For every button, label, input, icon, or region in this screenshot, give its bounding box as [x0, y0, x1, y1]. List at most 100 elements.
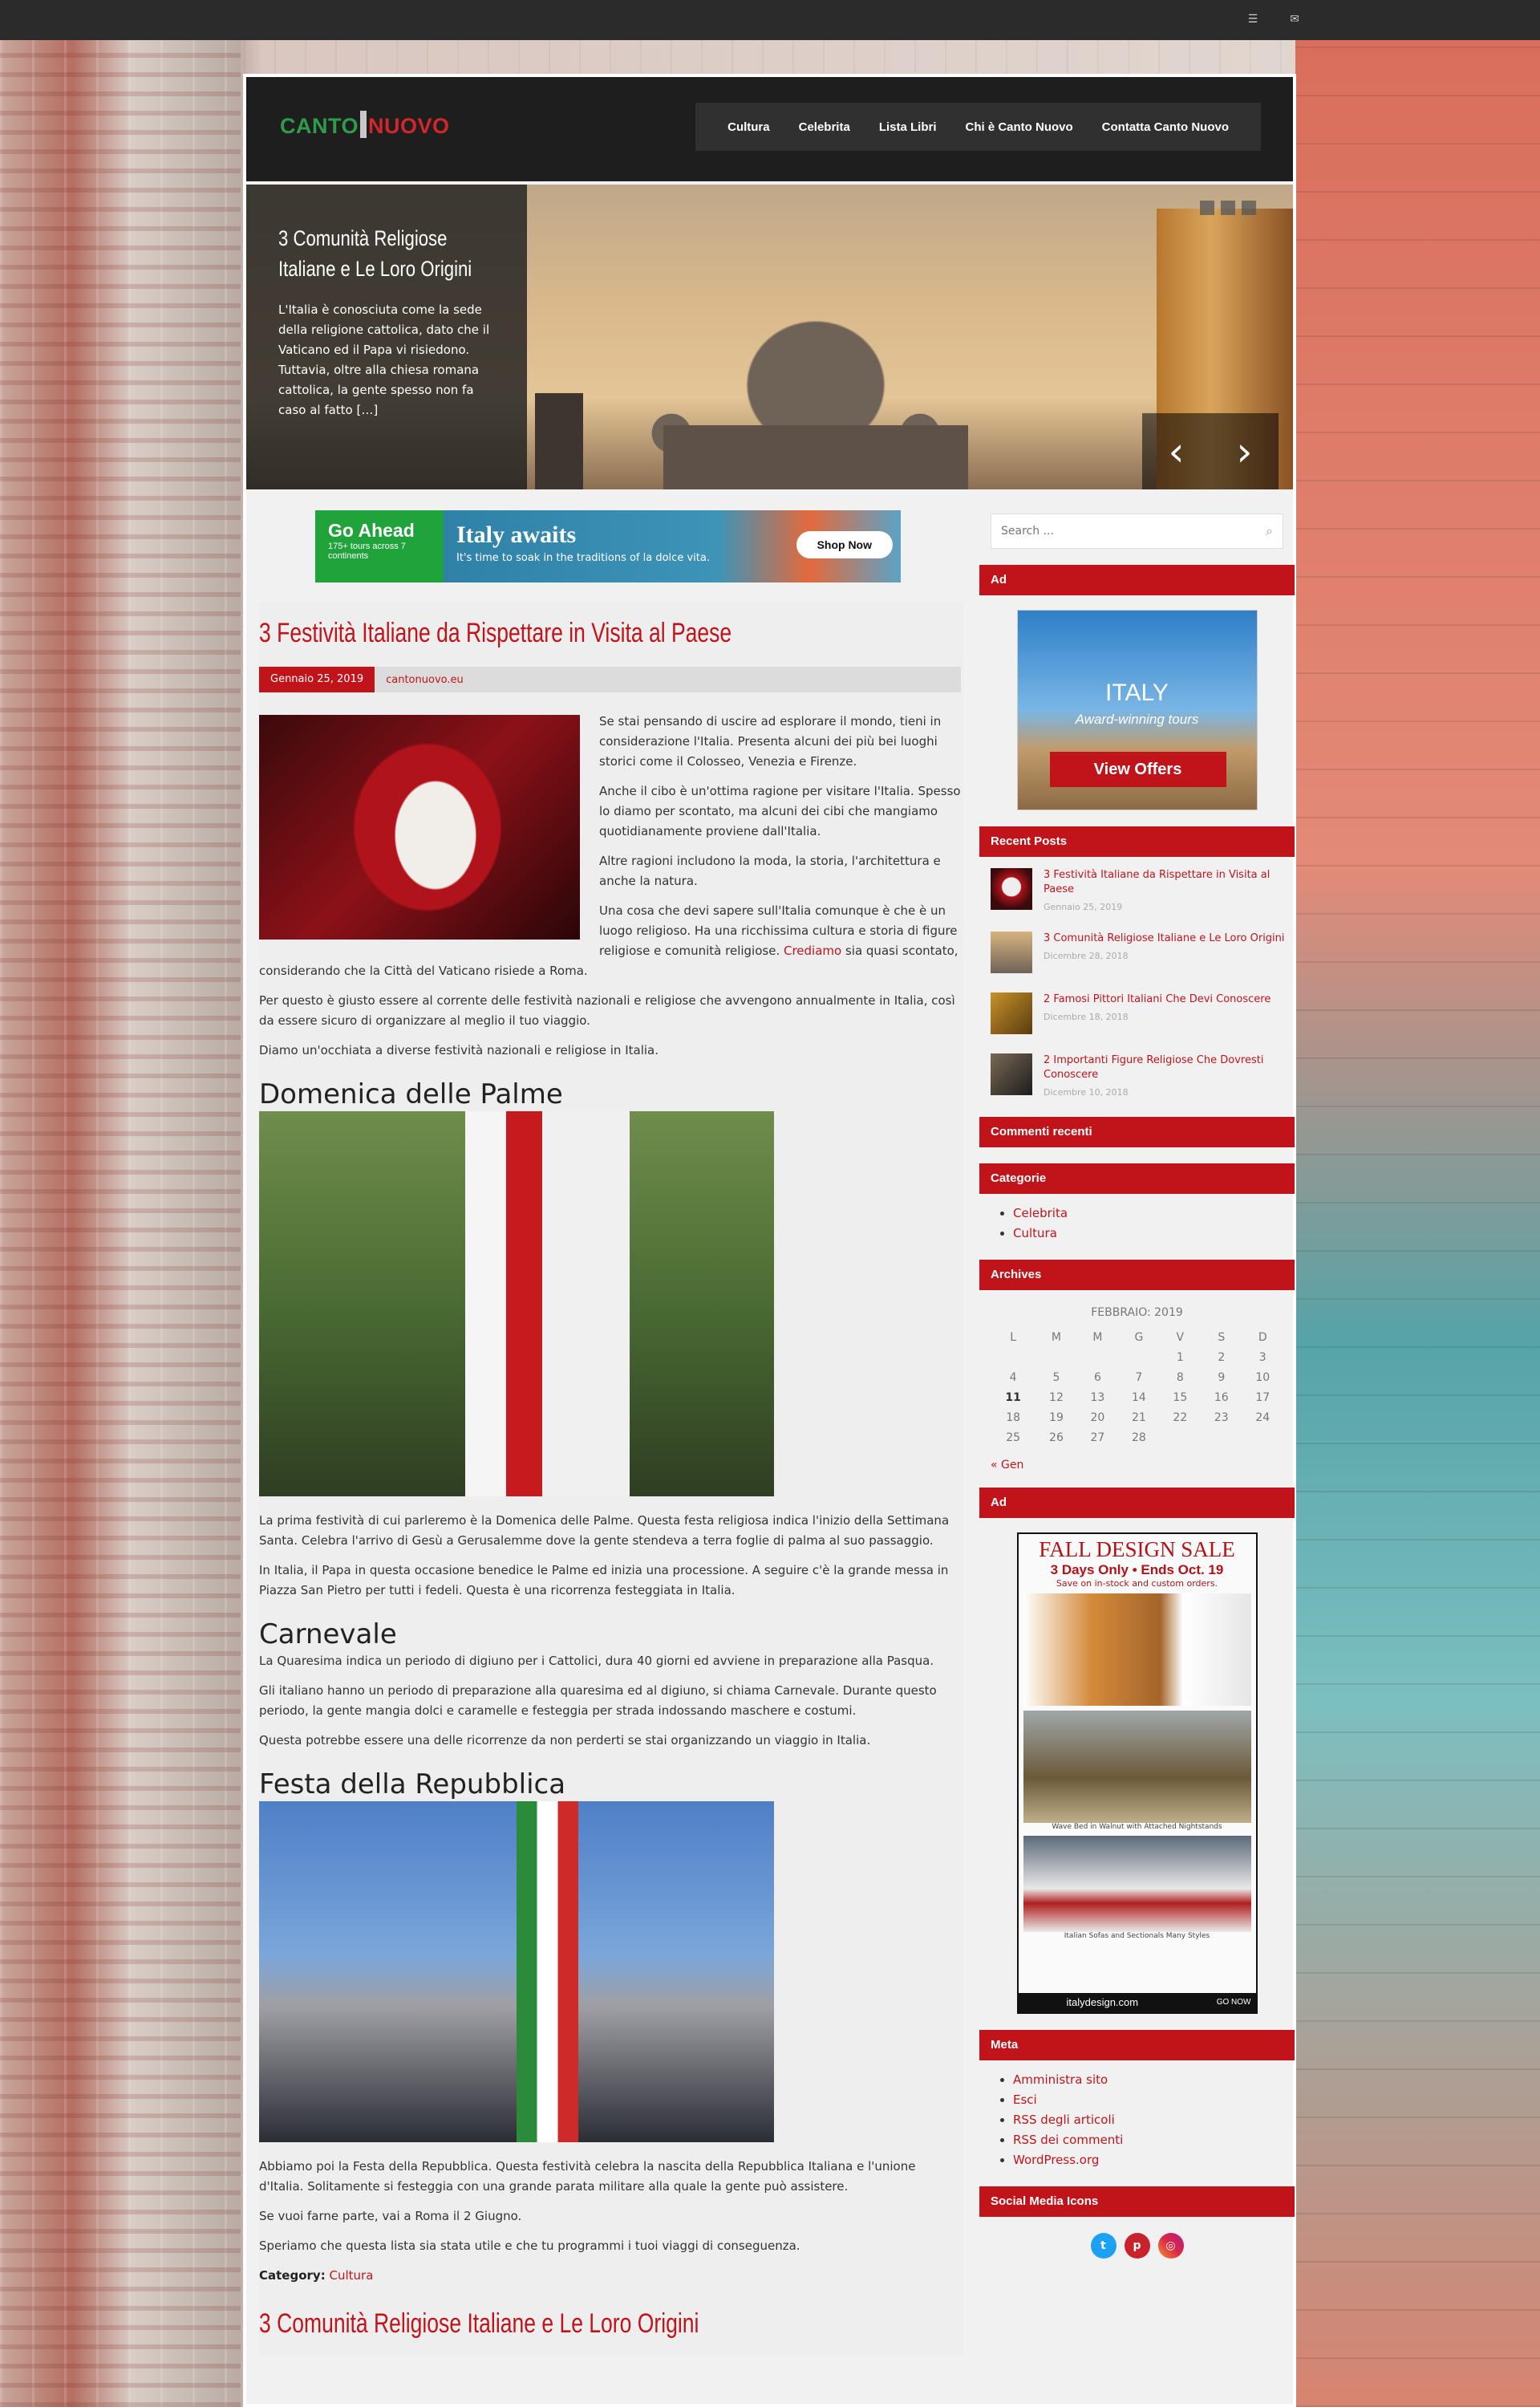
- recent-post-date: Dicembre 10, 2018: [1044, 1087, 1129, 1098]
- recent-post-title[interactable]: 3 Comunità Religiose Italiane e Le Loro …: [1044, 932, 1285, 946]
- calendar-weekday: S: [1218, 1330, 1226, 1344]
- recent-post-date: Gennaio 25, 2019: [1044, 902, 1123, 912]
- banner-brand: Go Ahead 175+ tours across 7 continents: [315, 510, 444, 582]
- italy-tours-ad[interactable]: ITALY Award-winning tours View Offers: [1016, 610, 1258, 810]
- search-icon[interactable]: ⌕: [1266, 523, 1273, 539]
- goahead-banner-ad[interactable]: Go Ahead 175+ tours across 7 continents …: [315, 510, 901, 582]
- calendar-day: [1077, 1347, 1118, 1367]
- paragraph: Per questo è giusto essere al corrente d…: [259, 993, 955, 1028]
- recent-post-item[interactable]: 3 Comunità Religiose Italiane e Le Loro …: [991, 932, 1295, 973]
- nav-item-contatta[interactable]: Contatta Canto Nuovo: [1088, 120, 1243, 134]
- calendar-day: 23: [1214, 1411, 1229, 1424]
- chevron-left-icon[interactable]: ‹: [1169, 432, 1185, 472]
- calendar-day: [1118, 1347, 1159, 1367]
- calendar-day: 9: [1218, 1370, 1226, 1384]
- recent-post-thumb: [991, 992, 1032, 1034]
- calendar-day: 6: [1093, 1370, 1101, 1384]
- slide-dot[interactable]: [1200, 201, 1214, 215]
- calendar-day: 10: [1255, 1370, 1270, 1384]
- instagram-icon[interactable]: ◎: [1157, 2233, 1184, 2259]
- post-category: Category: Cultura: [259, 2266, 961, 2286]
- recent-post-item[interactable]: 3 Festività Italiane da Rispettare in Vi…: [991, 868, 1295, 912]
- nav-item-chi-e[interactable]: Chi è Canto Nuovo: [951, 120, 1088, 134]
- post-article: 3 Festività Italiane da Rispettare in Vi…: [259, 602, 963, 2356]
- twitter-icon[interactable]: t: [1090, 2233, 1116, 2259]
- main-nav: Cultura Celebrita Lista Libri Chi è Cant…: [695, 103, 1261, 151]
- widget-title-meta: Meta: [979, 2030, 1295, 2060]
- calendar-day: [1035, 1347, 1076, 1367]
- post-author[interactable]: cantonuovo.eu: [386, 674, 464, 686]
- post-body: Se stai pensando di uscire ad esplorare …: [259, 712, 961, 2286]
- chevron-right-icon[interactable]: ›: [1237, 432, 1253, 472]
- post-title[interactable]: 3 Festività Italiane da Rispettare in Vi…: [259, 618, 808, 649]
- site-logo[interactable]: CANTO NUOVO: [280, 111, 450, 139]
- next-post-title[interactable]: 3 Comunità Religiose Italiane e Le Loro …: [259, 2308, 808, 2340]
- calendar-day: [1242, 1427, 1284, 1447]
- paragraph: Questa potrebbe essere una delle ricorre…: [259, 1733, 871, 1747]
- slide-title[interactable]: 3 Comunità Religiose Italiane e Le Loro …: [278, 223, 502, 284]
- widget-title-ad-2: Ad: [979, 1488, 1295, 1518]
- heading-palme: Domenica delle Palme: [259, 1078, 563, 1110]
- calendar-day: 26: [1049, 1431, 1064, 1444]
- calendar-day: 17: [1255, 1390, 1270, 1404]
- meta-item[interactable]: RSS degli articoli: [1013, 2110, 1295, 2130]
- post-date[interactable]: Gennaio 25, 2019: [259, 667, 375, 692]
- slide-building-left: [535, 393, 583, 489]
- paragraph: La prima festività di cui parleremo è la…: [259, 1513, 950, 1548]
- nav-item-lista-libri[interactable]: Lista Libri: [865, 120, 951, 134]
- nav-item-cultura[interactable]: Cultura: [713, 120, 784, 134]
- recent-post-title[interactable]: 2 Importanti Figure Religiose Che Dovres…: [1044, 1053, 1295, 1082]
- calendar-day: 24: [1255, 1411, 1270, 1424]
- meta-item[interactable]: Esci: [1013, 2090, 1295, 2110]
- nav-item-celebrita[interactable]: Celebrita: [784, 120, 865, 134]
- calendar-day: 21: [1131, 1411, 1146, 1424]
- banner-brand-name: Go Ahead: [328, 520, 415, 541]
- pinterest-icon[interactable]: p: [1124, 2233, 1150, 2259]
- meta-item[interactable]: WordPress.org: [1013, 2150, 1295, 2170]
- shop-now-button[interactable]: Shop Now: [796, 531, 893, 558]
- palm-sunday-image: [259, 1111, 774, 1496]
- go-now-button[interactable]: GO NOW: [1217, 1993, 1251, 2012]
- slide-excerpt: L'Italia è conosciuta come la sede della…: [278, 302, 490, 417]
- slide-dot[interactable]: [1221, 201, 1235, 215]
- archive-calendar: FEBBRAIO: 2019 L M M G V S D 123 4567891…: [991, 1306, 1283, 1471]
- calendar-day: 22: [1173, 1411, 1188, 1424]
- calendar-prev-month-link[interactable]: « Gen: [991, 1459, 1283, 1471]
- meta-item[interactable]: Amministra sito: [1013, 2070, 1295, 2090]
- search-input[interactable]: [1001, 525, 1266, 538]
- ad-sofa-image: [1023, 1836, 1251, 1932]
- ad-design-subhead: 3 Days Only • Ends Oct. 19: [1050, 1562, 1224, 1577]
- recent-post-item[interactable]: 2 Importanti Figure Religiose Che Dovres…: [991, 1053, 1295, 1098]
- view-offers-button[interactable]: View Offers: [1049, 752, 1226, 787]
- recent-post-item[interactable]: 2 Famosi Pittori Italiani Che Devi Conos…: [991, 992, 1295, 1034]
- category-item[interactable]: Celebrita: [1013, 1204, 1295, 1224]
- mail-icon[interactable]: ✉: [1290, 13, 1299, 26]
- social-icons: t p ◎: [979, 2233, 1295, 2259]
- featured-slider[interactable]: 3 Comunità Religiose Italiane e Le Loro …: [246, 185, 1293, 489]
- italydesign-ad[interactable]: FALL DESIGN SALE 3 Days Only • Ends Oct.…: [1016, 1532, 1258, 2014]
- ad-italy-sub: Award-winning tours: [1075, 712, 1199, 727]
- calendar-day: 13: [1090, 1390, 1105, 1404]
- logo-text-right: NUOVO: [368, 114, 450, 138]
- widget-title-recent: Recent Posts: [979, 826, 1295, 857]
- calendar-day: 27: [1090, 1431, 1105, 1444]
- background-right-photo: [1295, 40, 1540, 2407]
- calendar-day: 1: [1176, 1350, 1184, 1364]
- category-link[interactable]: Cultura: [329, 2268, 373, 2283]
- post-meta: Gennaio 25, 2019 cantonuovo.eu: [259, 667, 961, 692]
- recent-post-date: Dicembre 18, 2018: [1044, 1012, 1129, 1022]
- recent-post-title[interactable]: 3 Festività Italiane da Rispettare in Vi…: [1044, 868, 1295, 897]
- slide-dot[interactable]: [1242, 201, 1256, 215]
- slide-basilica: [663, 425, 968, 489]
- crediamo-link[interactable]: Crediamo: [784, 944, 841, 958]
- category-item[interactable]: Cultura: [1013, 1224, 1295, 1244]
- slide-caption: 3 Comunità Religiose Italiane e Le Loro …: [246, 185, 527, 489]
- widget-title-comments: Commenti recenti: [979, 1117, 1295, 1147]
- recent-posts-list: 3 Festività Italiane da Rispettare in Vi…: [991, 868, 1295, 1098]
- site-header: CANTO NUOVO Cultura Celebrita Lista Libri…: [246, 77, 1293, 181]
- recent-post-title[interactable]: 2 Famosi Pittori Italiani Che Devi Conos…: [1044, 992, 1270, 1007]
- rss-icon[interactable]: ☰: [1248, 13, 1258, 26]
- republic-day-image: [259, 1801, 774, 2142]
- sidebar: ⌕ Ad ITALY Award-winning tours View Offe…: [979, 494, 1295, 2259]
- meta-item[interactable]: RSS dei commenti: [1013, 2130, 1295, 2150]
